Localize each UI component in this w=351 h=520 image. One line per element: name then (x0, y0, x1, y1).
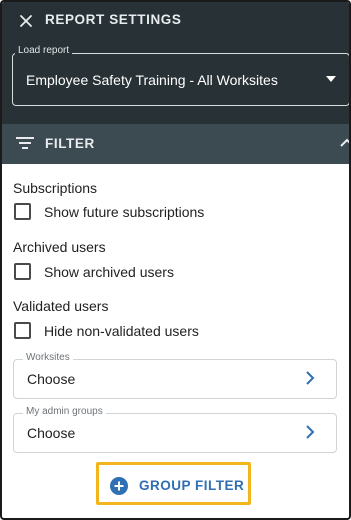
admin-groups-value[interactable]: Choose (27, 425, 75, 441)
hide-non-validated-users-checkbox[interactable] (14, 322, 31, 339)
filter-icon (16, 137, 34, 149)
group-filter-label[interactable]: GROUP FILTER (139, 478, 244, 493)
hide-non-validated-users-label[interactable]: Hide non-validated users (44, 323, 199, 339)
load-report-value[interactable]: Employee Safety Training - All Worksites (26, 72, 278, 88)
section-title-subscriptions: Subscriptions (13, 180, 98, 196)
chevron-right-icon[interactable] (304, 371, 316, 385)
chevron-up-icon[interactable] (339, 136, 351, 150)
close-button[interactable] (16, 12, 36, 30)
show-archived-users-label[interactable]: Show archived users (44, 264, 174, 280)
section-title-archived-users: Archived users (13, 239, 106, 255)
show-future-subscriptions-label[interactable]: Show future subscriptions (44, 204, 204, 220)
section-title-validated-users: Validated users (13, 298, 109, 314)
report-settings-panel: REPORT SETTINGS Load report Employee Saf… (0, 0, 351, 520)
close-icon (20, 15, 32, 27)
worksites-value[interactable]: Choose (27, 371, 75, 387)
show-future-subscriptions-checkbox[interactable] (14, 203, 31, 220)
caret-down-icon[interactable] (326, 76, 336, 82)
plus-circle-icon (110, 477, 128, 495)
panel-title: REPORT SETTINGS (45, 12, 182, 27)
filter-label: FILTER (45, 136, 95, 151)
show-archived-users-checkbox[interactable] (14, 263, 31, 280)
load-report-label: Load report (15, 45, 73, 56)
chevron-right-icon[interactable] (304, 425, 316, 439)
admin-groups-label: My admin groups (23, 406, 106, 417)
worksites-label: Worksites (23, 352, 73, 363)
